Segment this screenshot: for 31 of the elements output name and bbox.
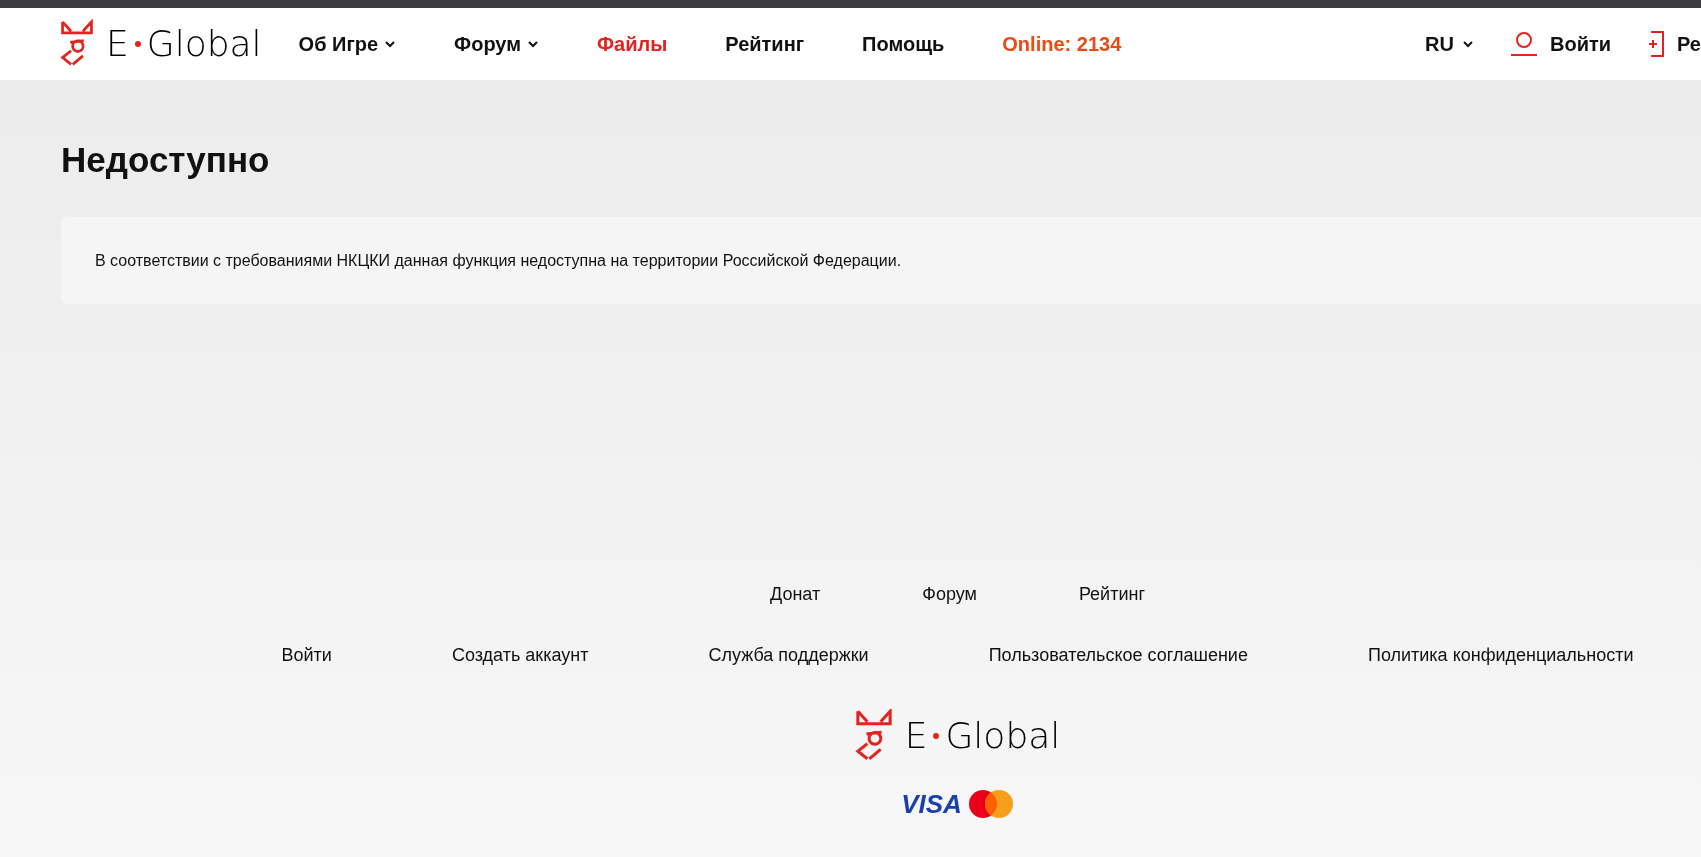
logo-text: Global — [146, 26, 262, 62]
mastercard-logo-icon — [967, 789, 1014, 819]
nav-link[interactable]: Форум — [454, 29, 539, 59]
nav-link[interactable]: Online: 2134 — [1002, 29, 1122, 59]
page-title: Недоступно — [61, 142, 271, 177]
visa-logo: VISA — [901, 791, 962, 817]
nav-link[interactable]: Файлы — [597, 29, 668, 59]
footer-link[interactable]: Донат — [770, 581, 821, 608]
login-link[interactable]: Войти — [1510, 29, 1612, 59]
sign-up-icon — [1647, 31, 1666, 57]
footer-link[interactable]: Пользовательское соглашение — [988, 642, 1248, 669]
logo-text: E — [904, 718, 928, 754]
chevron-down-icon — [1462, 40, 1474, 48]
language-selector[interactable]: RU — [1425, 29, 1474, 59]
footer-link[interactable]: Форум — [922, 581, 977, 608]
footer-link[interactable]: Создать аккаунт — [451, 642, 589, 669]
nav-link[interactable]: Помощь — [862, 29, 945, 59]
footer-link[interactable]: Политика конфиденциальности — [1367, 642, 1634, 669]
message-text: В соответствии с требованиями НКЦКИ данная функция недоступна на территории Российской Федерации. — [95, 250, 902, 271]
nav-link[interactable]: Об Игре — [298, 29, 397, 59]
footer-link[interactable]: Войти — [281, 642, 332, 669]
logo-text: Global — [945, 718, 1061, 754]
user-icon — [1510, 31, 1538, 57]
footer-link[interactable]: Рейтинг — [1078, 581, 1145, 608]
chevron-down-icon — [527, 40, 539, 48]
logo-text: E — [106, 26, 129, 62]
nav-link[interactable]: Рейтинг — [725, 29, 805, 59]
footer-link[interactable]: Служба поддержки — [708, 642, 869, 669]
register-link[interactable]: Ре — [1647, 29, 1701, 59]
chevron-down-icon — [384, 40, 397, 48]
fox-logo-icon — [854, 709, 893, 763]
